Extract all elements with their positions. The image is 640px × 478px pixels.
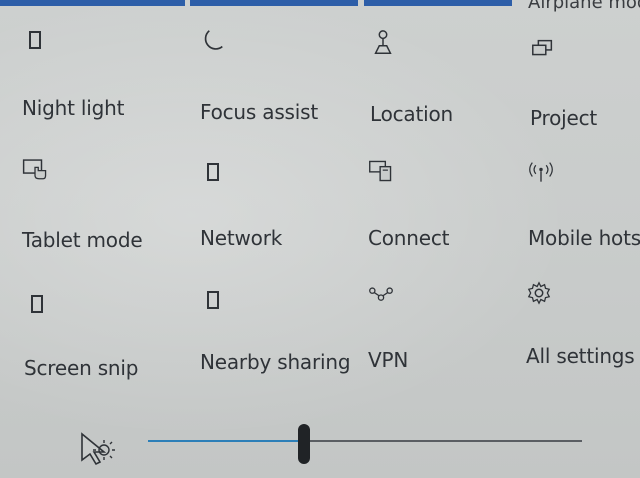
tile-label: Connect <box>368 226 450 250</box>
night-light-icon <box>22 28 48 54</box>
location-icon <box>370 30 396 56</box>
location-tile[interactable]: Location <box>370 30 520 150</box>
screen-snip-tile[interactable]: Screen snip <box>24 292 194 412</box>
project-tile[interactable]: Project <box>530 36 640 156</box>
project-icon <box>530 36 556 62</box>
brightness-icon <box>78 430 118 466</box>
tile-label: Night light <box>22 96 125 120</box>
brightness-slider[interactable] <box>148 424 582 464</box>
nearby-sharing-tile[interactable]: Nearby sharing <box>200 288 360 408</box>
network-icon <box>200 160 226 186</box>
tablet-mode-tile[interactable]: Tablet mode <box>22 156 192 276</box>
tile-label: VPN <box>368 348 409 372</box>
gear-icon <box>526 280 552 306</box>
tile-label: Location <box>370 102 453 126</box>
slider-fill <box>148 440 304 442</box>
tile-label: Network <box>200 226 283 250</box>
tile-label: Tablet mode <box>22 228 143 252</box>
top-strip <box>0 0 185 6</box>
airplane-mode-label: Airplane mode <box>528 0 640 13</box>
moon-icon <box>200 28 226 54</box>
vpn-tile[interactable]: VPN <box>368 282 518 402</box>
nearby-sharing-icon <box>200 288 226 314</box>
night-light-tile[interactable]: Night light <box>22 28 192 148</box>
vpn-icon <box>368 282 394 308</box>
top-strip <box>364 0 512 6</box>
tile-label: Screen snip <box>24 356 139 380</box>
tile-label: Nearby sharing <box>200 350 351 374</box>
action-center-panel: Airplane mode Night light Focus assist L… <box>0 0 640 478</box>
slider-thumb[interactable] <box>298 424 310 464</box>
mobile-hotspot-tile[interactable]: Mobile hotsp <box>528 160 640 280</box>
top-strip <box>190 0 358 6</box>
tile-label: All settings <box>526 344 635 368</box>
screen-snip-icon <box>24 292 50 318</box>
tablet-mode-icon <box>22 156 48 182</box>
tile-label: Focus assist <box>200 100 318 124</box>
focus-assist-tile[interactable]: Focus assist <box>200 28 360 148</box>
tile-label: Project <box>530 106 598 130</box>
connect-icon <box>368 158 394 184</box>
connect-tile[interactable]: Connect <box>368 158 518 278</box>
all-settings-tile[interactable]: All settings <box>526 280 640 400</box>
network-tile[interactable]: Network <box>200 160 360 280</box>
mobile-hotspot-icon <box>528 160 554 186</box>
tile-label: Mobile hotsp <box>528 226 640 250</box>
